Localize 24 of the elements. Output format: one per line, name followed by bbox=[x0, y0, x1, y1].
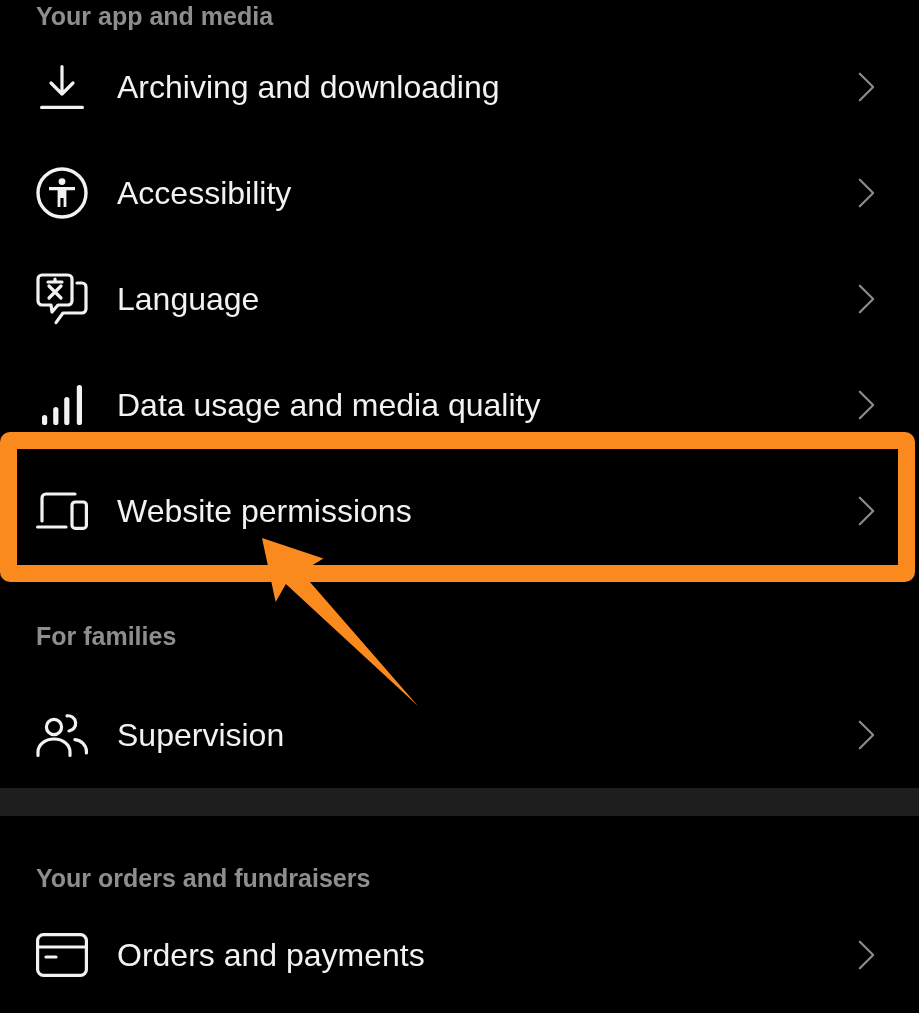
chevron-right-icon bbox=[858, 284, 875, 314]
card-icon bbox=[36, 933, 88, 977]
settings-item[interactable]: Data usage and media quality bbox=[17, 379, 898, 431]
chevron-right-icon bbox=[858, 720, 875, 750]
signal-bars-icon bbox=[42, 385, 82, 425]
settings-item[interactable]: Orders and payments bbox=[17, 929, 898, 981]
laptop-and-phone-icon bbox=[36, 492, 88, 530]
section-header: Your orders and fundraisers bbox=[36, 863, 371, 894]
settings-item[interactable]: Archiving and downloading bbox=[17, 61, 898, 113]
settings-item[interactable]: Language bbox=[17, 273, 898, 325]
download-icon bbox=[40, 65, 84, 109]
chevron-right-icon bbox=[858, 390, 875, 420]
settings-item[interactable]: Supervision bbox=[17, 709, 898, 761]
chat-bubbles-icon bbox=[36, 273, 88, 325]
section-header: Your app and media bbox=[36, 1, 274, 32]
people-icon bbox=[36, 713, 88, 757]
settings-item[interactable]: Website permissions bbox=[17, 485, 898, 537]
chevron-right-icon bbox=[858, 178, 875, 208]
settings-item[interactable]: Accessibility bbox=[17, 167, 898, 219]
accessibility-icon bbox=[36, 167, 88, 219]
chevron-right-icon bbox=[858, 496, 875, 526]
chevron-right-icon bbox=[858, 940, 875, 970]
chevron-right-icon bbox=[858, 72, 875, 102]
section-header: For families bbox=[36, 621, 177, 652]
